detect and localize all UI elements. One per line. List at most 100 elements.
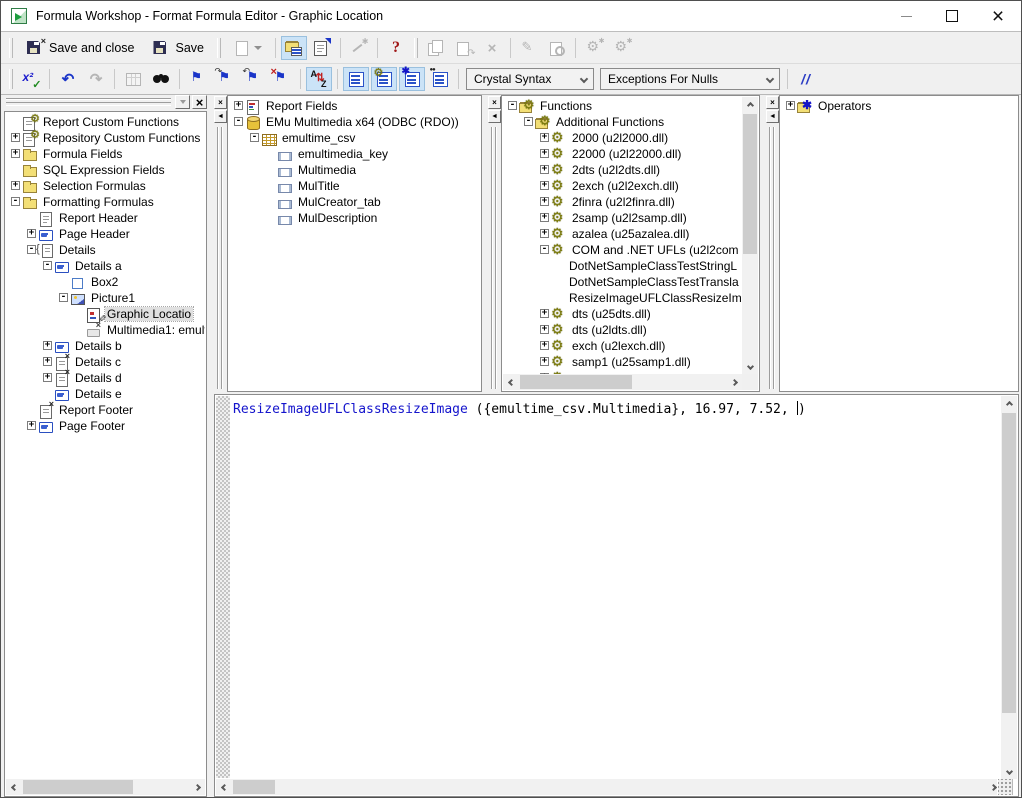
expand-plus-icon[interactable]: + bbox=[540, 213, 549, 222]
next-bookmark-button[interactable] bbox=[213, 67, 239, 91]
toggle-workshop-tree-button[interactable] bbox=[281, 36, 307, 60]
panel-close-button[interactable]: × bbox=[214, 96, 227, 109]
tree-node-dts-u2ldts-dll[interactable]: +dts (u2ldts.dll) bbox=[503, 322, 742, 338]
syntax-combo[interactable]: Crystal Syntax bbox=[466, 68, 594, 90]
scroll-left-button[interactable] bbox=[6, 779, 22, 795]
tree-node-22000-u2l22000-dll[interactable]: +22000 (u2l22000.dll) bbox=[503, 146, 742, 162]
clear-bookmarks-button[interactable] bbox=[269, 67, 295, 91]
toolbar-grip[interactable] bbox=[414, 38, 418, 58]
scroll-thumb[interactable] bbox=[743, 114, 757, 254]
tree-node-details-e[interactable]: Details e bbox=[6, 386, 205, 402]
maximize-button[interactable] bbox=[929, 1, 975, 32]
expand-plus-icon[interactable]: + bbox=[540, 309, 549, 318]
expand-plus-icon[interactable]: + bbox=[27, 229, 36, 238]
expand-plus-icon[interactable]: + bbox=[786, 101, 795, 110]
dropdown-caret-icon[interactable] bbox=[254, 46, 262, 50]
tree-node-formatting-formulas[interactable]: -Formatting Formulas bbox=[6, 194, 205, 210]
tree-node-samp1-u25samp1-dll[interactable]: +samp1 (u25samp1.dll) bbox=[503, 354, 742, 370]
expand-plus-icon[interactable]: + bbox=[43, 373, 52, 382]
scroll-right-button[interactable] bbox=[726, 374, 742, 390]
tree-node-box2[interactable]: Box2 bbox=[6, 274, 205, 290]
expand-plus-icon[interactable]: + bbox=[540, 165, 549, 174]
scroll-thumb[interactable] bbox=[233, 780, 275, 794]
expand-plus-icon[interactable]: + bbox=[540, 341, 549, 350]
tree-node-2finra-u2l2finra-dll[interactable]: +2finra (u2l2finra.dll) bbox=[503, 194, 742, 210]
scroll-down-button[interactable] bbox=[742, 358, 758, 374]
panel-close-button[interactable]: × bbox=[488, 96, 501, 109]
collapse-minus-icon[interactable]: - bbox=[234, 117, 243, 126]
tree-node-details-b[interactable]: +Details b bbox=[6, 338, 205, 354]
tree-node-com-and-net-ufls-u2l2com[interactable]: -COM and .NET UFLs (u2l2com bbox=[503, 242, 742, 258]
expand-plus-icon[interactable]: + bbox=[11, 149, 20, 158]
expand-plus-icon[interactable]: + bbox=[540, 229, 549, 238]
tree-node-report-footer[interactable]: Report Footer bbox=[6, 402, 205, 418]
workshop-hscrollbar[interactable] bbox=[6, 779, 205, 795]
tree-node-resizeimageuflclassresizeim[interactable]: ResizeImageUFLClassResizeIm bbox=[503, 290, 742, 306]
comment-button[interactable]: // bbox=[793, 67, 819, 91]
tree-node-emultimedia-key[interactable]: emultimedia_key bbox=[229, 146, 480, 162]
collapse-minus-icon[interactable]: - bbox=[11, 197, 20, 206]
toolbar-grip[interactable] bbox=[9, 69, 13, 89]
tree-node-emultime-csv[interactable]: -emultime_csv bbox=[229, 130, 480, 146]
scroll-up-button[interactable] bbox=[1001, 396, 1017, 412]
tree-node-page-header[interactable]: +Page Header bbox=[6, 226, 205, 242]
tree-node-2000-u2l2000-dll[interactable]: +2000 (u2l2000.dll) bbox=[503, 130, 742, 146]
null-treatment-combo[interactable]: Exceptions For Nulls bbox=[600, 68, 780, 90]
toolbar-grip[interactable] bbox=[217, 38, 221, 58]
scroll-thumb[interactable] bbox=[23, 780, 133, 794]
scroll-thumb[interactable] bbox=[1002, 413, 1016, 713]
collapse-minus-icon[interactable]: - bbox=[27, 245, 36, 254]
scroll-up-button[interactable] bbox=[742, 97, 758, 113]
panel-drag-grip[interactable] bbox=[221, 127, 223, 389]
expand-plus-icon[interactable]: + bbox=[540, 197, 549, 206]
scroll-right-button[interactable] bbox=[189, 779, 205, 795]
tree-node-dotnetsampleclasstesttransla[interactable]: DotNetSampleClassTestTransla bbox=[503, 274, 742, 290]
tree-node-details[interactable]: -Details bbox=[6, 242, 205, 258]
tree-node-mulcreator-tab[interactable]: MulCreator_tab bbox=[229, 194, 480, 210]
tree-node-dotnetsampleclassteststringl[interactable]: DotNetSampleClassTestStringL bbox=[503, 258, 742, 274]
tree-node-details-a[interactable]: -Details a bbox=[6, 258, 205, 274]
save-button[interactable]: Save bbox=[144, 36, 212, 60]
scroll-thumb[interactable] bbox=[520, 375, 632, 389]
minimize-button[interactable] bbox=[883, 1, 929, 32]
functions-vscrollbar[interactable] bbox=[742, 97, 758, 374]
panel-collapse-button[interactable]: ◄ bbox=[488, 110, 501, 123]
collapse-minus-icon[interactable]: - bbox=[250, 133, 259, 142]
tree-node-azalea-u25azalea-dll[interactable]: +azalea (u25azalea.dll) bbox=[503, 226, 742, 242]
tree-node-2dts-u2l2dts-dll[interactable]: +2dts (u2l2dts.dll) bbox=[503, 162, 742, 178]
functions-hscrollbar[interactable] bbox=[503, 374, 742, 390]
tree-node-multitle[interactable]: MulTitle bbox=[229, 178, 480, 194]
find-in-trees-button[interactable] bbox=[427, 67, 453, 91]
new-formula-button[interactable] bbox=[226, 36, 270, 60]
tree-node-sql-expression-fields[interactable]: SQL Expression Fields bbox=[6, 162, 205, 178]
field-tree-toggle-button[interactable] bbox=[343, 67, 369, 91]
panel-drag-grip[interactable] bbox=[6, 98, 171, 106]
help-button[interactable]: ? bbox=[383, 36, 409, 60]
panel-drag-grip[interactable] bbox=[773, 127, 775, 389]
resize-grip[interactable] bbox=[997, 779, 1013, 795]
panel-menu-button[interactable] bbox=[175, 95, 190, 109]
panel-drag-grip[interactable] bbox=[491, 127, 493, 389]
tree-node-muldescription[interactable]: MulDescription bbox=[229, 210, 480, 226]
tree-node-report-header[interactable]: Report Header bbox=[6, 210, 205, 226]
expand-plus-icon[interactable]: + bbox=[11, 181, 20, 190]
panel-drag-grip[interactable] bbox=[217, 127, 219, 389]
expand-plus-icon[interactable]: + bbox=[540, 149, 549, 158]
panel-collapse-button[interactable]: ◄ bbox=[766, 110, 779, 123]
tree-node-2samp-u2l2samp-dll[interactable]: +2samp (u2l2samp.dll) bbox=[503, 210, 742, 226]
tree-node-multimedia[interactable]: Multimedia bbox=[229, 162, 480, 178]
editor-hscrollbar[interactable] bbox=[216, 779, 1001, 795]
expand-plus-icon[interactable]: + bbox=[234, 101, 243, 110]
collapse-minus-icon[interactable]: - bbox=[540, 245, 549, 254]
collapse-minus-icon[interactable]: - bbox=[524, 117, 533, 126]
expand-plus-icon[interactable]: + bbox=[43, 357, 52, 366]
properties-button[interactable] bbox=[309, 36, 335, 60]
editor-vscrollbar[interactable] bbox=[1001, 396, 1017, 779]
expand-plus-icon[interactable]: + bbox=[27, 421, 36, 430]
scroll-left-button[interactable] bbox=[216, 779, 232, 795]
tree-node-graphic-locatio[interactable]: Graphic Locatio bbox=[6, 306, 205, 322]
tree-node-additional-functions[interactable]: -Additional Functions bbox=[503, 114, 742, 130]
toggle-bookmark-button[interactable] bbox=[185, 67, 211, 91]
close-button[interactable] bbox=[975, 1, 1021, 32]
formula-expert-button[interactable] bbox=[346, 36, 372, 60]
